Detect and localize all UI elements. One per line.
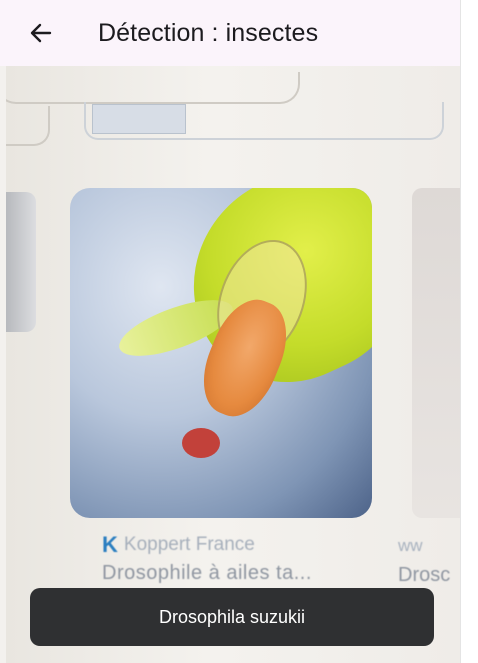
screen: Détection : insectes K Koppert France Dr… xyxy=(0,0,460,663)
result-source[interactable]: K Koppert France xyxy=(102,532,255,558)
snackbar: Drosophila suzukii xyxy=(30,588,434,646)
background-shelf xyxy=(6,72,300,104)
insect-eye xyxy=(182,428,220,458)
next-result-source-label: ww xyxy=(398,536,423,555)
previous-result-card[interactable] xyxy=(6,192,36,332)
next-result-card[interactable] xyxy=(412,188,460,518)
camera-view: K Koppert France Drosophile à ailes ta..… xyxy=(6,66,460,663)
snackbar-text: Drosophila suzukii xyxy=(158,606,306,627)
page-title: Détection : insectes xyxy=(98,18,319,47)
arrow-left-icon xyxy=(30,23,52,43)
back-button[interactable] xyxy=(28,20,54,46)
background-card-top xyxy=(84,102,444,140)
koppert-k-icon: K xyxy=(102,532,118,557)
next-result-source[interactable]: ww xyxy=(398,536,423,556)
app-bar: Détection : insectes xyxy=(0,0,460,66)
result-source-label: Koppert France xyxy=(123,534,255,555)
insect-photo[interactable] xyxy=(70,188,372,518)
background-tag xyxy=(92,104,186,134)
next-result-caption[interactable]: Drosc xyxy=(398,564,450,587)
background-card-left xyxy=(6,106,50,146)
result-caption[interactable]: Drosophile à ailes ta... xyxy=(102,562,312,585)
window-edge xyxy=(460,0,478,663)
